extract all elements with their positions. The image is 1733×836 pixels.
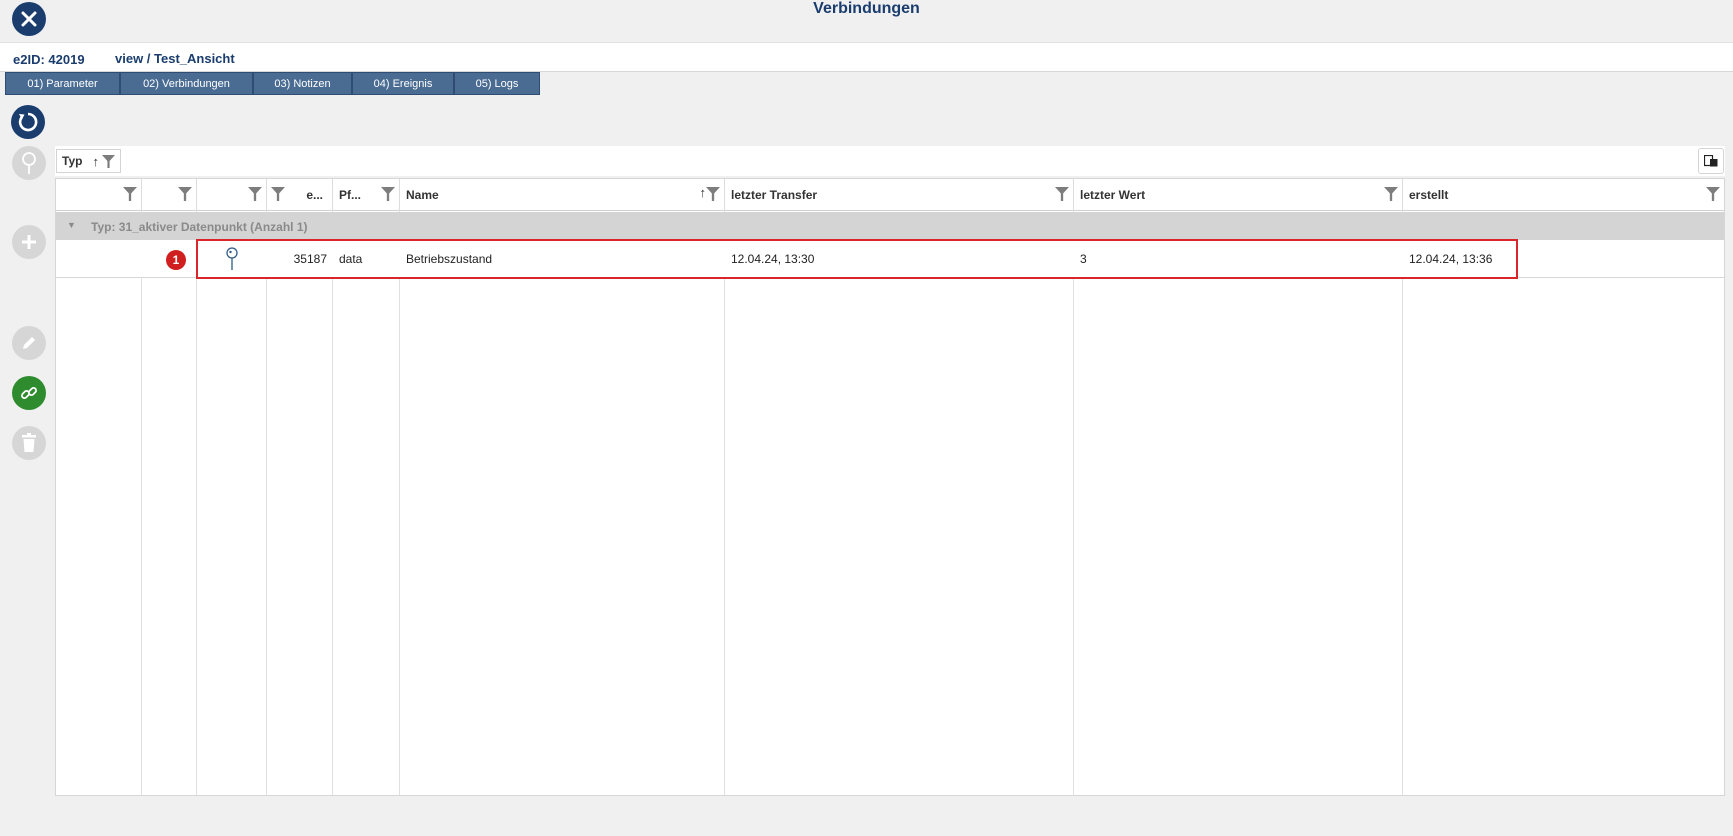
column-label-letzter-wert: letzter Wert	[1080, 188, 1146, 202]
row-type-cell	[197, 240, 267, 278]
column-divider	[141, 211, 142, 795]
filter-icon[interactable]	[706, 187, 720, 201]
column-header-erstellt[interactable]: erstellt	[1403, 179, 1724, 211]
column-label-erstellt: erstellt	[1409, 188, 1449, 202]
row-letzter-transfer-cell: 12.04.24, 13:30	[731, 252, 815, 266]
group-label: Typ: 31_aktiver Datenpunkt (Anzahl 1)	[91, 220, 308, 234]
column-header-3[interactable]	[197, 179, 267, 211]
add-button[interactable]	[12, 225, 46, 259]
refresh-icon	[18, 112, 38, 132]
tab-ereignis[interactable]: 04) Ereignis	[352, 72, 454, 95]
group-row[interactable]: ▼ Typ: 31_aktiver Datenpunkt (Anzahl 1)	[56, 212, 1724, 240]
grid-header: e... Pf... Name ↑ letzter Transfer letzt…	[56, 179, 1724, 211]
filter-icon[interactable]	[1706, 187, 1720, 201]
filter-icon[interactable]	[101, 154, 115, 168]
edit-button[interactable]	[12, 326, 46, 360]
column-header-pfad[interactable]: Pf...	[333, 179, 400, 211]
view-path: view / Test_Ansicht	[115, 51, 235, 66]
link-icon	[21, 387, 37, 399]
filter-icon[interactable]	[123, 187, 137, 201]
filter-icon[interactable]	[1055, 187, 1069, 201]
pencil-icon	[23, 337, 35, 349]
column-divider	[332, 211, 333, 795]
filter-icon[interactable]	[248, 187, 262, 201]
delete-button[interactable]	[12, 426, 46, 460]
tab-notizen[interactable]: 03) Notizen	[253, 72, 352, 95]
column-divider	[724, 211, 725, 795]
filter-icon[interactable]	[381, 187, 395, 201]
row-name-cell: Betriebszustand	[406, 252, 493, 266]
row-letzter-wert-cell: 3	[1080, 252, 1087, 266]
grid-container: Typ ↑ e... Pf... Name ↑ letzter Transfer…	[55, 146, 1725, 796]
row-erstellt-cell: 12.04.24, 13:36	[1409, 252, 1493, 266]
column-settings-icon	[1704, 155, 1718, 167]
pin-button[interactable]	[12, 146, 46, 180]
column-label-id: e...	[306, 188, 323, 202]
column-label-pfad: Pf...	[339, 188, 362, 202]
row-id-cell: 35187	[293, 252, 327, 266]
link-button[interactable]	[12, 376, 46, 410]
tab-parameter[interactable]: 01) Parameter	[5, 72, 120, 95]
group-bar: Typ ↑	[55, 146, 1725, 176]
title-bar: Verbindungen	[0, 0, 1733, 40]
data-grid: e... Pf... Name ↑ letzter Transfer letzt…	[55, 178, 1725, 796]
pin-icon	[22, 152, 36, 174]
column-divider	[1402, 211, 1403, 795]
column-divider	[1073, 211, 1074, 795]
collapse-caret-icon[interactable]: ▼	[67, 220, 76, 230]
column-divider	[266, 211, 267, 795]
pin-icon	[226, 247, 238, 270]
column-divider	[399, 211, 400, 795]
tab-bar: 01) Parameter 02) Verbindungen 03) Notiz…	[5, 72, 540, 95]
info-bar: e2ID: 42019 view / Test_Ansicht	[0, 42, 1733, 72]
column-header-1[interactable]	[56, 179, 142, 211]
filter-icon[interactable]	[271, 187, 285, 201]
tab-logs[interactable]: 05) Logs	[454, 72, 540, 95]
row-pfad-cell: data	[339, 252, 363, 266]
group-chip-label: Typ	[62, 154, 83, 168]
column-header-letzter-transfer[interactable]: letzter Transfer	[725, 179, 1074, 211]
window-title: Verbindungen	[813, 0, 920, 17]
tab-verbindungen[interactable]: 02) Verbindungen	[120, 72, 253, 95]
filter-icon[interactable]	[1384, 187, 1398, 201]
refresh-button[interactable]	[11, 105, 45, 139]
column-divider	[196, 211, 197, 795]
column-header-id[interactable]: e...	[267, 179, 333, 211]
filter-icon[interactable]	[178, 187, 192, 201]
row-badge: 1	[166, 250, 186, 270]
trash-icon	[22, 433, 36, 452]
column-settings-button[interactable]	[1698, 148, 1724, 174]
table-row[interactable]: 1 35187 data Betriebszustand 12.04.24, 1…	[56, 240, 1724, 278]
column-header-2[interactable]	[142, 179, 197, 211]
plus-icon	[22, 235, 36, 249]
sort-ascending-icon[interactable]: ↑	[92, 154, 99, 169]
e2id-label: e2ID: 42019	[13, 52, 85, 67]
column-header-letzter-wert[interactable]: letzter Wert	[1074, 179, 1403, 211]
column-label-name: Name	[406, 188, 439, 202]
column-header-name[interactable]: Name ↑	[400, 179, 725, 211]
group-chip-typ[interactable]: Typ ↑	[56, 149, 121, 173]
column-label-letzter-transfer: letzter Transfer	[731, 188, 818, 202]
